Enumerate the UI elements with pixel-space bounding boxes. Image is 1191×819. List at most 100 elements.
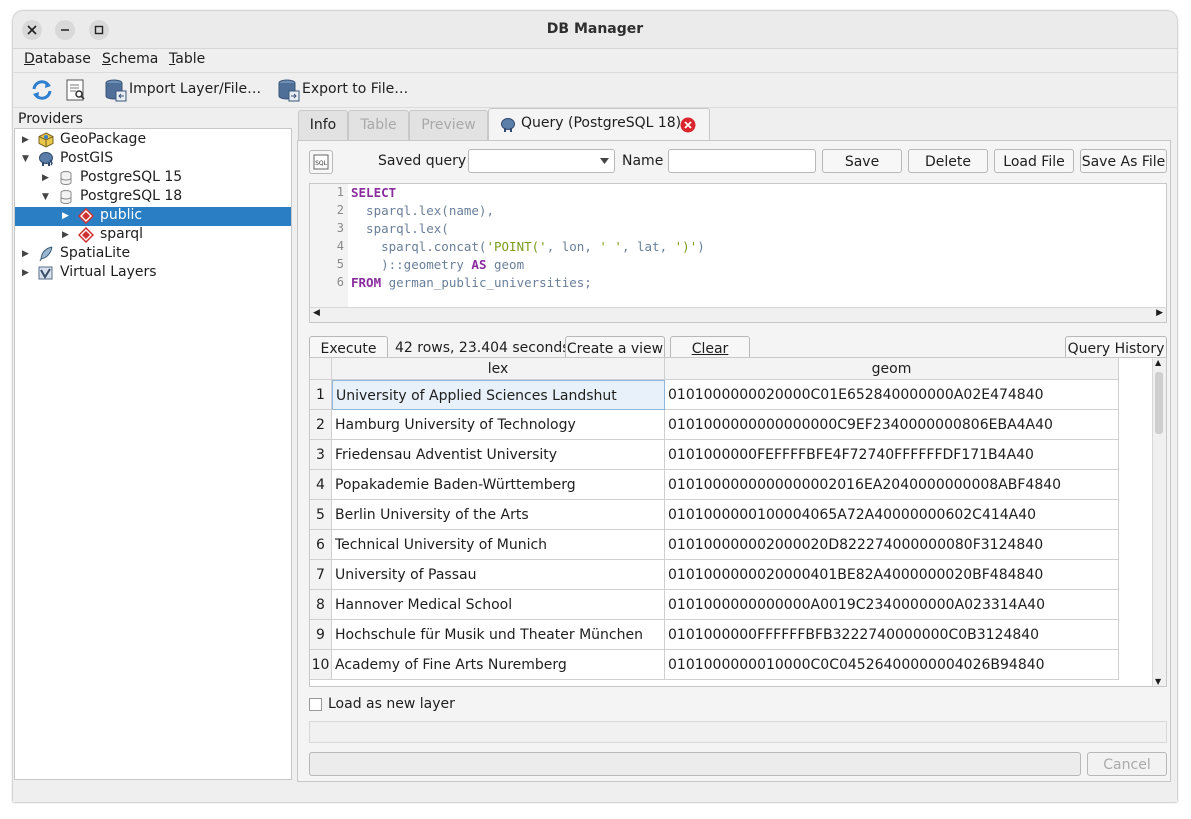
table-cell-geom[interactable]: 0101000000FEFFFFBFE4F72740FFFFFFDF171B4A… [665, 440, 1119, 470]
row-number[interactable]: 5 [310, 500, 332, 530]
expand-arrow-icon[interactable]: ▶ [22, 135, 29, 145]
table-cell-lex[interactable]: University of Applied Sciences Landshut [332, 380, 665, 410]
row-number[interactable]: 7 [310, 560, 332, 590]
export-file-icon[interactable] [276, 78, 300, 102]
sql-editor[interactable]: 1 2 3 4 5 6 SELECT sparql.lex(name), spa… [309, 183, 1167, 323]
table-cell-lex[interactable]: Academy of Fine Arts Nuremberg [332, 650, 665, 680]
scroll-up-icon[interactable]: ▲ [1155, 358, 1161, 367]
refresh-icon[interactable] [30, 78, 54, 102]
scroll-thumb[interactable] [1155, 372, 1163, 434]
close-tab-icon[interactable] [680, 117, 696, 133]
row-number[interactable]: 2 [310, 410, 332, 440]
table-cell-lex[interactable]: Technical University of Munich [332, 530, 665, 560]
layer-options-panel [309, 721, 1167, 743]
row-number[interactable]: 8 [310, 590, 332, 620]
tree-item-geopackage[interactable]: ▶ GeoPackage [15, 131, 291, 150]
sql-line-1: SELECT [351, 185, 397, 200]
delete-query-button[interactable]: Delete [908, 149, 988, 173]
results-vertical-scrollbar[interactable]: ▲ ▼ [1152, 358, 1166, 686]
table-cell-geom[interactable]: 010100000002000020D822274000000080F31248… [665, 530, 1119, 560]
column-header-geom[interactable]: geom [665, 358, 1119, 380]
saved-query-select[interactable] [468, 149, 615, 173]
toolbar: Import Layer/File… Export to File… [13, 72, 1177, 108]
table-cell-lex[interactable]: Hannover Medical School [332, 590, 665, 620]
row-number[interactable]: 1 [310, 380, 332, 410]
table-cell-geom[interactable]: 0101000000020000401BE82A4000000020BF4848… [665, 560, 1119, 590]
table-cell-lex[interactable]: University of Passau [332, 560, 665, 590]
expand-arrow-icon[interactable]: ▶ [42, 173, 49, 183]
collapse-arrow-icon[interactable]: ▼ [42, 192, 49, 202]
row-number[interactable]: 9 [310, 620, 332, 650]
column-header-lex[interactable]: lex [332, 358, 665, 380]
geopackage-icon [38, 132, 54, 148]
line-number-gutter: 1 2 3 4 5 6 [310, 184, 348, 308]
save-as-file-button[interactable]: Save As File [1080, 149, 1167, 173]
table-cell-lex[interactable]: Hochschule für Musik und Theater München [332, 620, 665, 650]
collapse-arrow-icon[interactable]: ▼ [22, 154, 29, 164]
row-number[interactable]: 10 [310, 650, 332, 680]
cancel-button[interactable]: Cancel [1087, 752, 1167, 776]
tab-table[interactable]: Table [348, 110, 409, 140]
sql-line-5: )::geometry AS geom [351, 257, 525, 272]
table-cell-geom[interactable]: 0101000000100004065A72A40000000602C414A4… [665, 500, 1119, 530]
load-as-layer-checkbox[interactable] [309, 698, 322, 711]
expand-arrow-icon[interactable]: ▶ [22, 249, 29, 259]
tree-item-postgis[interactable]: ▼ PostGIS [15, 150, 291, 169]
sql-line-4: sparql.concat('POINT(', lon, ' ', lat, '… [351, 239, 705, 254]
tree-item-virtual-layers[interactable]: ▶ Virtual Layers [15, 264, 291, 283]
sql-window-icon[interactable] [64, 78, 88, 102]
table-cell-lex[interactable]: Popakademie Baden-Württemberg [332, 470, 665, 500]
main-panel: Info Table Preview Query (PostgreSQL 18)… [297, 107, 1171, 782]
import-layer-icon[interactable] [103, 78, 127, 102]
import-layer-button[interactable]: Import Layer/File… [129, 81, 261, 97]
load-as-layer-label: Load as new layer [328, 696, 455, 712]
sql-options-button[interactable]: SQL [309, 150, 333, 174]
menu-table[interactable]: Table [169, 51, 205, 67]
scroll-left-icon[interactable]: ◀ [313, 308, 320, 318]
table-cell-geom[interactable]: 0101000000000000A0019C2340000000A023314A… [665, 590, 1119, 620]
sql-line-2: sparql.lex(name), [351, 203, 494, 218]
scroll-down-icon[interactable]: ▼ [1155, 677, 1161, 686]
name-label: Name [622, 153, 664, 169]
elephant-icon [39, 152, 53, 166]
sql-line-6: FROM german_public_universities; [351, 275, 592, 290]
table-cell-lex[interactable]: Friedensau Adventist University [332, 440, 665, 470]
menu-database[interactable]: Database [24, 51, 91, 67]
tab-query[interactable]: Query (PostgreSQL 18) [488, 108, 710, 140]
corner-header[interactable] [310, 358, 332, 380]
query-name-input[interactable] [668, 149, 816, 173]
providers-label: Providers [18, 111, 83, 127]
providers-panel: Providers ▶ GeoPackage ▼ PostGIS ▶ Postg… [13, 107, 292, 781]
table-cell-lex[interactable]: Berlin University of the Arts [332, 500, 665, 530]
tree-item-public[interactable]: ▶ public [15, 207, 291, 226]
expand-arrow-icon[interactable]: ▶ [62, 230, 69, 240]
results-table: lex geom 1 University of Applied Sciences… [309, 357, 1167, 687]
row-number[interactable]: 3 [310, 440, 332, 470]
table-cell-geom[interactable]: 0101000000000000002016EA2040000000008ABF… [665, 470, 1119, 500]
tab-preview[interactable]: Preview [409, 110, 488, 140]
scroll-right-icon[interactable]: ▶ [1156, 308, 1163, 318]
table-cell-lex[interactable]: Hamburg University of Technology [332, 410, 665, 440]
save-query-button[interactable]: Save [822, 149, 902, 173]
expand-arrow-icon[interactable]: ▶ [62, 211, 69, 221]
row-number[interactable]: 4 [310, 470, 332, 500]
row-number[interactable]: 6 [310, 530, 332, 560]
tree-item-sparql[interactable]: ▶ sparql [15, 226, 291, 245]
menu-schema[interactable]: Schema [102, 51, 158, 67]
table-cell-geom[interactable]: 0101000000010000C0C04526400000004026B948… [665, 650, 1119, 680]
tab-info[interactable]: Info [298, 110, 348, 140]
table-cell-geom[interactable]: 0101000000020000C01E652840000000A02E4748… [665, 380, 1119, 410]
menu-bar: Database Schema Table [13, 49, 1177, 71]
tree-item-postgresql-18[interactable]: ▼ PostgreSQL 18 [15, 188, 291, 207]
tree-item-spatialite[interactable]: ▶ SpatiaLite [15, 245, 291, 264]
svg-text:SQL: SQL [315, 160, 328, 167]
editor-horizontal-scrollbar[interactable]: ◀ ▶ [310, 307, 1166, 322]
table-cell-geom[interactable]: 0101000000FFFFFFBFB3222740000000C0B31248… [665, 620, 1119, 650]
expand-arrow-icon[interactable]: ▶ [22, 268, 29, 278]
export-file-button[interactable]: Export to File… [302, 81, 408, 97]
status-bar [13, 782, 1177, 802]
table-cell-geom[interactable]: 0101000000000000000C9EF2340000000806EBA4… [665, 410, 1119, 440]
load-file-button[interactable]: Load File [994, 149, 1074, 173]
tree-item-postgresql-15[interactable]: ▶ PostgreSQL 15 [15, 169, 291, 188]
schema-icon [78, 227, 94, 243]
